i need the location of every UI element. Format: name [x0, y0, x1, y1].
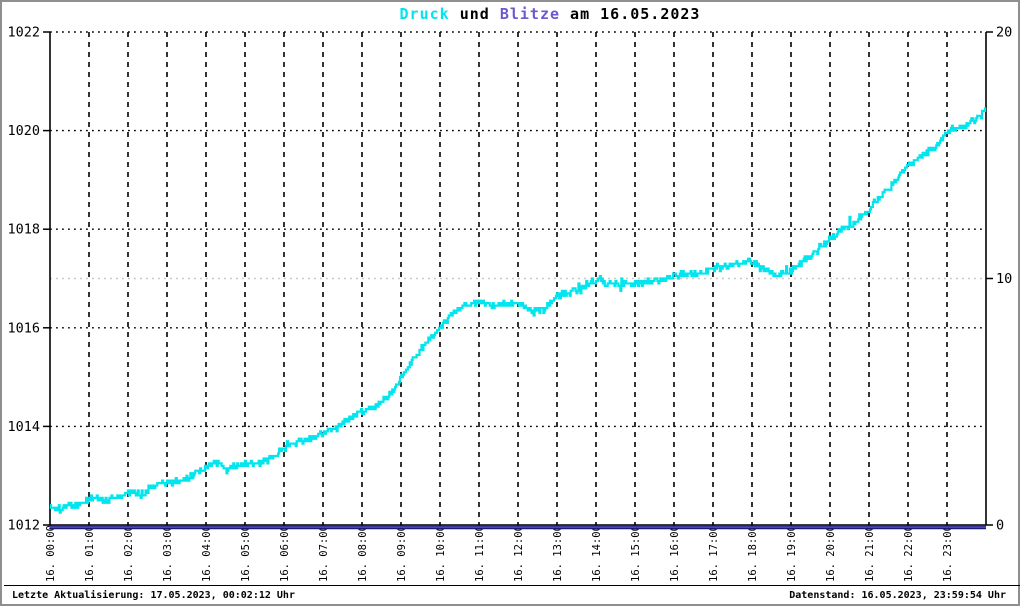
right-tick-label: 20 [996, 25, 1012, 41]
left-axis-labels: 1022 1020 1018 1016 1014 1012 [7, 25, 50, 534]
hour-label: 16. 04:00 [201, 525, 213, 582]
left-tick-label: 1020 [7, 123, 40, 139]
chart-frame: Druck und Blitze am 16.05.2023 1022 1020 1… [0, 0, 1020, 606]
hour-label: 16. 02:00 [123, 525, 135, 582]
right-tick-label: 0 [996, 518, 1004, 534]
hour-label: 16. 11:00 [474, 525, 486, 582]
hour-label: 16. 06:00 [279, 525, 291, 582]
hour-label: 16. 00:00 [45, 525, 57, 582]
hour-label: 16. 19:00 [786, 525, 798, 582]
right-axis-labels: 20 10 0 [986, 25, 1012, 534]
right-tick-label: 10 [996, 271, 1012, 287]
left-tick-label: 1022 [7, 25, 40, 41]
hour-label: 16. 05:00 [240, 525, 252, 582]
hour-label: 16. 08:00 [357, 525, 369, 582]
hour-label: 16. 15:00 [630, 525, 642, 582]
last-update-text: Letzte Aktualisierung: 17.05.2023, 00:02… [12, 590, 295, 601]
hour-label: 16. 09:00 [396, 525, 408, 582]
hour-label: 16. 17:00 [708, 525, 720, 582]
hour-label: 16. 20:00 [825, 525, 837, 582]
hour-label: 16. 10:00 [435, 525, 447, 582]
hour-label: 16. 01:00 [84, 525, 96, 582]
hour-label: 16. 07:00 [318, 525, 330, 582]
left-tick-label: 1016 [7, 320, 40, 336]
x-axis-labels: 16. 00:00 16. 01:00 16. 02:00 16. 03:00 16. … [45, 525, 954, 582]
hour-label: 16. 13:00 [552, 525, 564, 582]
hour-label: 16. 21:00 [864, 525, 876, 582]
hour-label: 16. 16:00 [669, 525, 681, 582]
left-tick-label: 1012 [7, 518, 40, 534]
left-tick-label: 1018 [7, 222, 40, 238]
hour-label: 16. 22:00 [903, 525, 915, 582]
hour-label: 16. 18:00 [747, 525, 759, 582]
data-timestamp-text: Datenstand: 16.05.2023, 23:59:54 Uhr [789, 590, 1006, 601]
left-tick-label: 1014 [7, 419, 40, 435]
hour-label: 16. 14:00 [591, 525, 603, 582]
hour-label: 16. 23:00 [942, 525, 954, 582]
pressure-lightning-chart: 1022102010181016101410122010016. 00:00 16… [7, 25, 1012, 583]
footer-divider [4, 585, 1020, 586]
hour-label: 16. 03:00 [162, 525, 174, 582]
hour-label: 16. 12:00 [513, 525, 525, 582]
